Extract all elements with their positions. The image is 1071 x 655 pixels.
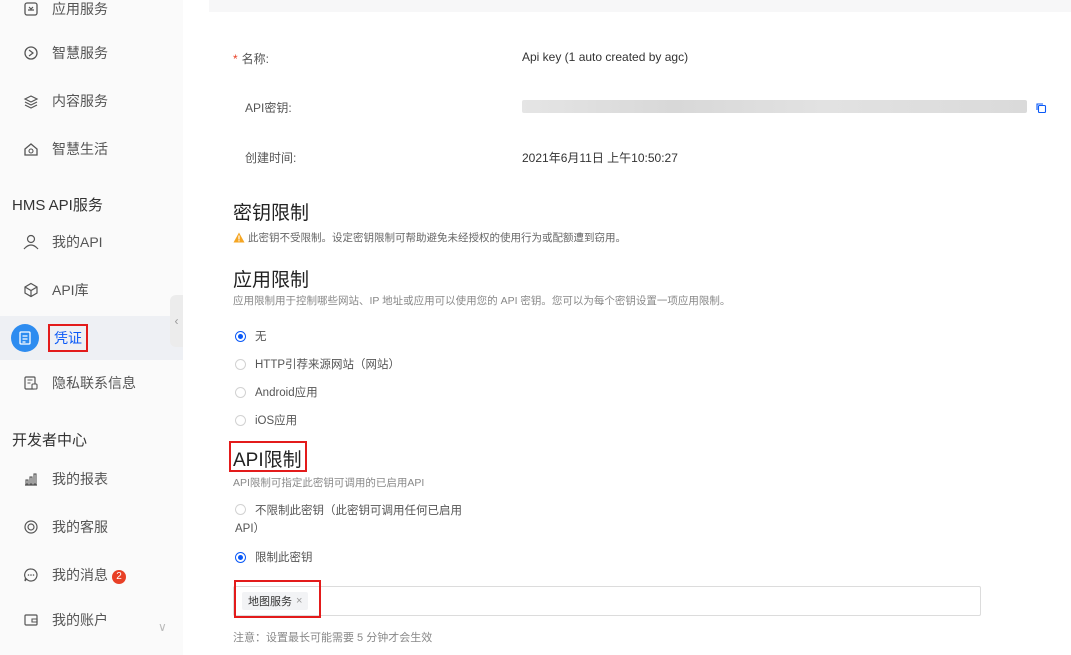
radio-dot[interactable]	[235, 504, 246, 515]
smart-service-icon	[20, 42, 42, 64]
radio-dot[interactable]	[235, 330, 246, 342]
sidebar-item-label-text: 我的消息	[52, 567, 108, 583]
privacy-contact-icon	[20, 372, 42, 394]
radio-label: HTTP引荐来源网站（网站）	[255, 359, 401, 371]
key-restriction-title: 密钥限制	[233, 203, 310, 224]
my-api-icon	[20, 231, 42, 253]
sidebar-item-customer-service[interactable]: 我的客服	[0, 505, 183, 549]
radio-label: iOS应用	[255, 415, 298, 427]
radio-label-line1: 不限制此密钥（此密钥可调用任何已启用	[255, 505, 462, 517]
sidebar-item-my-report[interactable]: 我的报表	[0, 457, 183, 501]
sidebar-item-my-account[interactable]: 我的账户	[0, 598, 183, 642]
collapse-sidebar-button[interactable]: ‹	[170, 295, 183, 347]
radio-dot[interactable]	[235, 551, 246, 563]
sidebar-item-smart-life[interactable]: 智慧生活	[0, 127, 183, 171]
sidebar-item-app-service[interactable]: 应用服务	[0, 0, 183, 31]
api-library-icon	[20, 279, 42, 301]
sidebar-item-privacy-contact[interactable]: 隐私联系信息	[0, 361, 183, 405]
key-restriction-warning: 此密钥不受限制。设定密钥限制可帮助避免未经授权的使用行为或配额遭到窃用。	[233, 230, 626, 245]
radio-label-line2: API）	[235, 523, 266, 535]
radio-app-android[interactable]: Android应用	[235, 384, 318, 400]
sidebar-item-label: 智慧生活	[52, 141, 108, 157]
customer-service-icon	[20, 516, 42, 538]
required-mark: *	[233, 52, 238, 66]
sidebar: 应用服务 智慧服务 内容服务 智慧生活 HMS API服务 我的API API库	[0, 0, 183, 655]
api-restriction-desc: API限制可指定此密钥可调用的已启用API	[233, 477, 425, 489]
sidebar-item-api-library[interactable]: API库	[0, 268, 183, 312]
api-key-label: API密钥:	[245, 101, 292, 115]
radio-app-http-referrer[interactable]: HTTP引荐来源网站（网站）	[235, 356, 400, 372]
radio-api-restricted[interactable]: 限制此密钥	[235, 549, 313, 565]
warning-icon	[233, 232, 245, 243]
radio-label: 无	[255, 331, 267, 343]
content-service-icon	[20, 90, 42, 112]
sidebar-item-label: 智慧服务	[52, 45, 108, 61]
sidebar-item-label: 凭证	[48, 324, 88, 352]
radio-label: Android应用	[255, 387, 318, 399]
report-icon	[20, 468, 42, 490]
sidebar-item-credential[interactable]: 凭证	[0, 316, 183, 360]
sidebar-item-label: 我的账户	[52, 612, 108, 628]
radio-dot[interactable]	[235, 386, 246, 398]
sidebar-item-label: 内容服务	[52, 93, 108, 109]
radio-dot[interactable]	[235, 414, 246, 426]
radio-app-ios[interactable]: iOS应用	[235, 412, 297, 428]
sidebar-item-label: 应用服务	[52, 1, 108, 17]
sidebar-item-my-messages[interactable]: 我的消息 2	[0, 553, 183, 597]
sidebar-item-smart-service[interactable]: 智慧服务	[0, 31, 183, 75]
name-value: Api key (1 auto created by agc)	[522, 50, 689, 64]
created-time-label: 创建时间:	[245, 151, 297, 165]
sidebar-item-label: 我的API	[52, 234, 103, 250]
unread-badge: 2	[112, 570, 126, 584]
smart-life-icon	[20, 138, 42, 160]
app-service-icon	[20, 0, 42, 20]
sidebar-item-label: 隐私联系信息	[52, 375, 136, 391]
app-restriction-desc: 应用限制用于控制哪些网站、IP 地址或应用可以使用您的 API 密钥。您可以为每…	[233, 295, 731, 307]
name-label: * 名称:	[233, 50, 269, 67]
name-label-text: 名称:	[241, 52, 270, 66]
app-restriction-title: 应用限制	[233, 270, 310, 291]
sidebar-item-my-api[interactable]: 我的API	[0, 220, 183, 264]
created-time-value: 2021年6月11日 上午10:50:27	[522, 151, 678, 165]
warning-text: 此密钥不受限制。设定密钥限制可帮助避免未经授权的使用行为或配额遭到窃用。	[248, 232, 626, 244]
radio-dot[interactable]	[235, 358, 246, 370]
sidebar-item-label: 我的消息 2	[52, 565, 126, 585]
message-icon	[20, 564, 42, 586]
sidebar-item-content-service[interactable]: 内容服务	[0, 79, 183, 123]
radio-label: 限制此密钥	[255, 552, 313, 564]
copy-icon[interactable]	[1035, 101, 1047, 119]
chevron-left-icon: ‹	[174, 314, 179, 328]
api-select-input[interactable]: 地图服务 ×	[233, 586, 981, 616]
effect-note: 注意：设置最长可能需要 5 分钟才会生效	[233, 632, 433, 644]
credential-detail: * 名称: Api key (1 auto created by agc) API…	[209, 12, 1071, 655]
radio-api-unrestricted[interactable]: 不限制此密钥（此密钥可调用任何已启用	[235, 502, 462, 518]
section-title-developer-center: 开发者中心	[12, 432, 88, 449]
radio-app-none[interactable]: 无	[235, 328, 267, 344]
api-restriction-title: API限制	[233, 450, 302, 471]
selected-tag-highlight-box	[234, 580, 321, 618]
api-key-masked-value	[522, 100, 1027, 113]
sidebar-item-label: API库	[52, 282, 89, 298]
sidebar-item-label: 我的报表	[52, 471, 108, 487]
section-title-hms: HMS API服务	[12, 197, 103, 214]
account-icon	[20, 609, 42, 631]
sidebar-item-label: 我的客服	[52, 519, 108, 535]
credential-icon	[11, 324, 39, 352]
chevron-down-icon[interactable]: ∨	[158, 620, 167, 634]
top-strip	[209, 0, 1071, 12]
